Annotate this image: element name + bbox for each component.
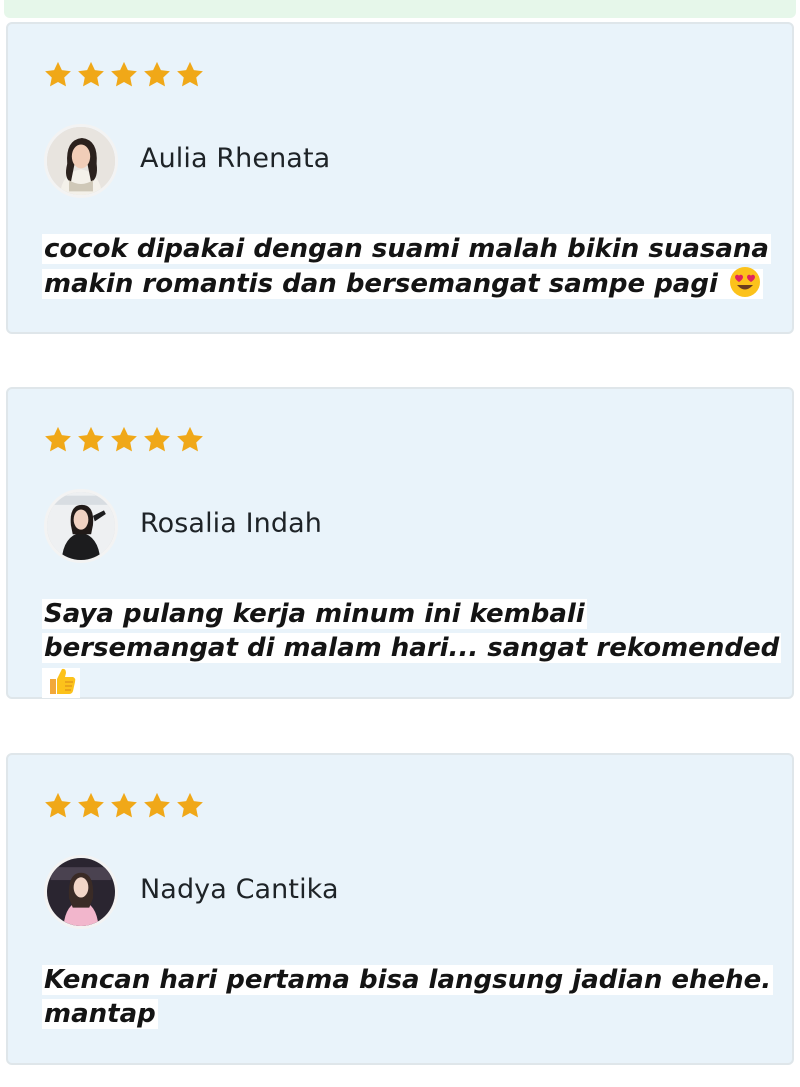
avatar [44, 855, 118, 929]
star-rating [42, 425, 206, 455]
reviewer-name: Nadya Cantika [140, 874, 339, 905]
star-icon [42, 425, 74, 455]
star-icon [174, 60, 206, 90]
star-icon [108, 791, 140, 821]
thumbs-up-emoji-icon [46, 665, 78, 697]
star-icon [141, 425, 173, 455]
star-icon [75, 60, 107, 90]
star-icon [174, 791, 206, 821]
star-icon [75, 425, 107, 455]
avatar [44, 489, 118, 563]
reviewer-name: Aulia Rhenata [140, 143, 331, 174]
star-icon [108, 425, 140, 455]
avatar [44, 124, 118, 198]
star-icon [75, 791, 107, 821]
heart-eyes-emoji-icon [729, 266, 761, 298]
reviewer-name: Rosalia Indah [140, 508, 322, 539]
review-text-content: Saya pulang kerja minum ini kembali bers… [44, 599, 780, 663]
star-icon [141, 60, 173, 90]
review-text: Saya pulang kerja minum ini kembali bers… [42, 597, 782, 700]
review-text-content: Kencan hari pertama bisa langsung jadian… [44, 965, 772, 1029]
star-icon [141, 791, 173, 821]
star-icon [42, 791, 74, 821]
review-text: cocok dipakai dengan suami malah bikin s… [42, 232, 782, 301]
star-icon [42, 60, 74, 90]
star-icon [174, 425, 206, 455]
star-rating [42, 791, 206, 821]
review-card: Nadya Cantika Kencan hari pertama bisa l… [6, 753, 794, 1065]
top-strip [4, 0, 796, 18]
review-card: Rosalia Indah Saya pulang kerja minum in… [6, 387, 794, 699]
review-card: Aulia Rhenata cocok dipakai dengan suami… [6, 22, 794, 334]
review-text-content: cocok dipakai dengan suami malah bikin s… [44, 234, 769, 299]
star-rating [42, 60, 206, 90]
review-text: Kencan hari pertama bisa langsung jadian… [42, 963, 782, 1031]
star-icon [108, 60, 140, 90]
